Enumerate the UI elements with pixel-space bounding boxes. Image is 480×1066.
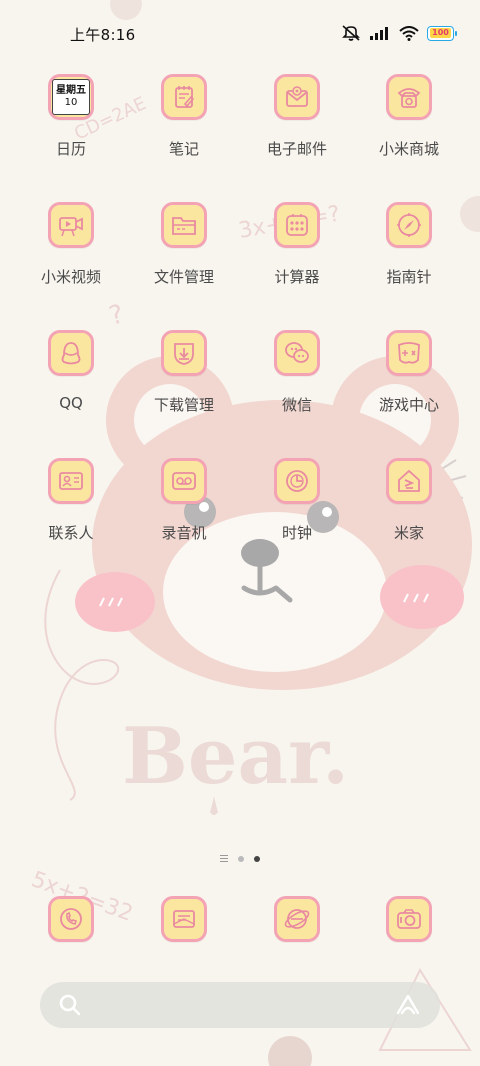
app-file-manager[interactable]: 文件管理 (128, 202, 240, 287)
app-calendar[interactable]: 星期五 10 日历 (15, 74, 127, 159)
calendar-weekday: 星期五 (56, 85, 86, 96)
app-contacts[interactable]: 联系人 (15, 458, 127, 543)
clock-icon[interactable] (274, 458, 320, 504)
dock-phone[interactable] (15, 896, 127, 942)
game-icon[interactable] (386, 330, 432, 376)
app-label: QQ (59, 394, 83, 412)
penguin-icon[interactable] (48, 330, 94, 376)
video-camera-icon[interactable] (48, 202, 94, 248)
app-label: 微信 (281, 396, 312, 414)
phone-icon[interactable] (48, 896, 94, 942)
app-label: 时钟 (281, 524, 312, 542)
telephone-icon[interactable] (386, 74, 432, 120)
app-label: 米家 (393, 524, 424, 542)
dock-messages[interactable] (128, 896, 240, 942)
page-dot-1[interactable] (238, 855, 244, 862)
app-label: 录音机 (161, 524, 207, 542)
home-icon[interactable] (386, 458, 432, 504)
app-mi-video[interactable]: 小米视频 (15, 202, 127, 287)
wifi-icon (399, 25, 419, 41)
page-dot-2[interactable] (254, 855, 260, 862)
status-time: 上午8:16 (70, 26, 136, 44)
app-label: 日历 (55, 140, 86, 158)
app-compass[interactable]: 指南针 (353, 202, 465, 287)
app-mi-home[interactable]: 米家 (353, 458, 465, 543)
app-mi-store[interactable]: 小米商城 (353, 74, 465, 159)
app-email[interactable]: 电子邮件 (241, 74, 353, 159)
app-calculator[interactable]: 计算器 (241, 202, 353, 287)
app-label: 文件管理 (153, 268, 214, 286)
app-label: 小米商城 (378, 140, 439, 158)
app-label: 小米视频 (40, 268, 101, 286)
app-label: 联系人 (48, 524, 94, 542)
search-bar[interactable] (40, 982, 440, 1028)
camera-icon[interactable] (386, 896, 432, 942)
browser-icon[interactable] (274, 896, 320, 942)
messages-icon[interactable] (161, 896, 207, 942)
dock-browser[interactable] (241, 896, 353, 942)
app-label: 计算器 (274, 268, 320, 286)
app-notes[interactable]: 笔记 (128, 74, 240, 159)
app-label: 下载管理 (153, 396, 214, 414)
app-game-center[interactable]: 游戏中心 (353, 330, 465, 415)
email-icon[interactable] (274, 74, 320, 120)
app-download-manager[interactable]: 下载管理 (128, 330, 240, 415)
compass-icon[interactable] (386, 202, 432, 248)
battery-level: 100 (430, 28, 451, 38)
calendar-icon[interactable]: 星期五 10 (48, 74, 94, 120)
app-clock[interactable]: 时钟 (241, 458, 353, 543)
wallpaper-title: Bear. (122, 711, 349, 802)
app-label: 电子邮件 (266, 140, 327, 158)
status-icons: 100 (341, 24, 457, 42)
app-label: 指南针 (386, 268, 432, 286)
download-icon[interactable] (161, 330, 207, 376)
notes-icon[interactable] (161, 74, 207, 120)
dock-camera[interactable] (353, 896, 465, 942)
app-label: 游戏中心 (378, 396, 439, 414)
search-icon[interactable] (58, 993, 82, 1017)
feed-page-icon[interactable] (220, 855, 228, 862)
contact-card-icon[interactable] (48, 458, 94, 504)
page-indicator (0, 855, 480, 862)
app-qq[interactable]: QQ (15, 330, 127, 412)
app-recorder[interactable]: 录音机 (128, 458, 240, 543)
recorder-icon[interactable] (161, 458, 207, 504)
assistant-icon[interactable] (394, 993, 422, 1017)
signal-icon (370, 27, 388, 40)
folder-icon[interactable] (161, 202, 207, 248)
calculator-icon[interactable] (274, 202, 320, 248)
status-bar: 上午8:16 100 (0, 0, 480, 66)
doodle-4: ? (106, 299, 127, 332)
app-label: 笔记 (168, 140, 199, 158)
chat-bubbles-icon[interactable] (274, 330, 320, 376)
battery-icon: 100 (427, 25, 457, 41)
app-wechat[interactable]: 微信 (241, 330, 353, 415)
mute-icon (342, 25, 360, 41)
calendar-day: 10 (64, 97, 78, 108)
